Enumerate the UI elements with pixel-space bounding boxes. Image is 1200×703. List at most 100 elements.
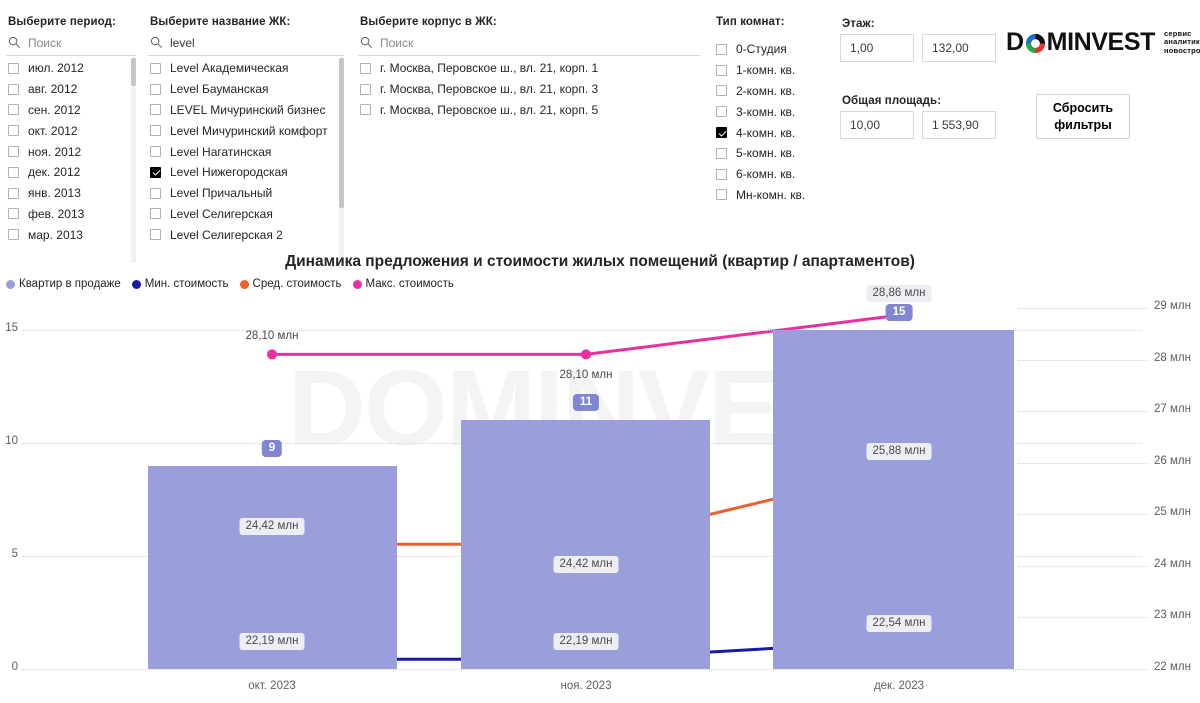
complex-scrollbar-track[interactable] [339, 58, 344, 263]
rooms-item[interactable]: 6-комн. кв. [714, 164, 834, 185]
rooms-item[interactable]: 1-комн. кв. [714, 60, 834, 81]
period-item[interactable]: ноя. 2012 [6, 141, 136, 162]
complex-item[interactable]: Level Селигерская 2 [148, 224, 344, 245]
complex-search-row[interactable]: level [148, 32, 344, 56]
complex-checkbox[interactable] [150, 83, 161, 95]
period-item[interactable]: окт. 2012 [6, 120, 136, 141]
complex-item[interactable]: Level Нижегородская [148, 162, 344, 183]
period-scrollbar-track[interactable] [131, 58, 136, 263]
period-search-input[interactable]: Поиск [28, 36, 61, 50]
rooms-checkbox[interactable] [716, 106, 727, 118]
period-label: фев. 2013 [28, 206, 85, 221]
rooms-checkbox[interactable] [716, 85, 727, 97]
complex-search-input[interactable]: level [170, 36, 195, 50]
period-checkbox[interactable] [8, 62, 19, 74]
complex-item[interactable]: Level Академическая [148, 58, 344, 79]
rooms-checkbox[interactable] [716, 64, 727, 76]
building-item[interactable]: г. Москва, Перовское ш., вл. 21, корп. 1 [358, 58, 700, 79]
y-axis-right-tick-label: 28 млн [1154, 351, 1191, 364]
filter-floor-title: Этаж: [842, 18, 875, 30]
gridline [1018, 359, 1148, 361]
period-checkbox[interactable] [8, 166, 19, 178]
x-axis-tick-label: ноя. 2023 [560, 680, 612, 692]
data-point-label: 28,86 млн [866, 285, 932, 303]
logo-o-icon [1025, 32, 1046, 54]
complex-checkbox[interactable] [150, 229, 161, 241]
logo-wordmark: D MINVEST [1006, 28, 1155, 57]
building-checkbox[interactable] [360, 62, 371, 74]
filter-area: Общая площадь: 10,00 1 553,90 [840, 95, 996, 139]
area-max-input[interactable]: 1 553,90 [922, 111, 996, 139]
complex-item[interactable]: Level Селигерская [148, 204, 344, 225]
period-checkbox[interactable] [8, 208, 19, 220]
gridline [1018, 411, 1148, 413]
period-checkbox[interactable] [8, 125, 19, 137]
gridline [22, 669, 1142, 670]
complex-item[interactable]: Level Мичуринский комфорт [148, 120, 344, 141]
complex-checkbox[interactable] [150, 62, 161, 74]
reset-filters-button[interactable]: Сбросить фильтры [1036, 94, 1130, 139]
building-search-input[interactable]: Поиск [380, 36, 413, 50]
period-scrollbar-thumb[interactable] [131, 58, 136, 86]
rooms-item[interactable]: 4-комн. кв. [714, 122, 834, 143]
rooms-item[interactable]: 2-комн. кв. [714, 81, 834, 102]
complex-item[interactable]: Level Нагатинская [148, 141, 344, 162]
period-item[interactable]: сен. 2012 [6, 100, 136, 121]
complex-item[interactable]: Level Причальный [148, 183, 344, 204]
period-item[interactable]: янв. 2013 [6, 183, 136, 204]
bar[interactable] [461, 420, 710, 669]
rooms-checkbox[interactable] [716, 127, 727, 139]
chart-plot-area[interactable]: DOMINVEST 0 5 10 15 22 млн 23 млн 24 млн 25 млн… [0, 245, 1200, 703]
period-checkbox[interactable] [8, 187, 19, 199]
complex-checkbox[interactable] [150, 125, 161, 137]
period-checkbox[interactable] [8, 104, 19, 116]
building-label: г. Москва, Перовское ш., вл. 21, корп. 3 [380, 82, 599, 97]
complex-label: Level Академическая [170, 61, 289, 76]
complex-item[interactable]: LEVEL Мичуринский бизнес [148, 100, 344, 121]
period-checkbox[interactable] [8, 146, 19, 158]
period-label: авг. 2012 [28, 82, 78, 97]
complex-checkbox[interactable] [150, 166, 161, 178]
period-item[interactable]: фев. 2013 [6, 204, 136, 225]
rooms-item[interactable]: 0-Студия [714, 39, 834, 60]
rooms-checkbox[interactable] [716, 147, 727, 159]
line-marker[interactable] [267, 349, 277, 360]
period-search-row[interactable]: Поиск [6, 32, 136, 56]
rooms-item[interactable]: 3-комн. кв. [714, 101, 834, 122]
period-item[interactable]: авг. 2012 [6, 79, 136, 100]
rooms-checkbox[interactable] [716, 168, 727, 180]
area-min-input[interactable]: 10,00 [840, 111, 914, 139]
filter-bar: Выберите период: Поиск июл. 2012 авг. 201… [0, 0, 1200, 263]
complex-checkbox[interactable] [150, 208, 161, 220]
complex-checkbox[interactable] [150, 187, 161, 199]
rooms-checkbox[interactable] [716, 43, 727, 55]
floor-min-input[interactable]: 1,00 [840, 34, 914, 62]
floor-max-input[interactable]: 132,00 [922, 34, 996, 62]
period-item[interactable]: дек. 2012 [6, 162, 136, 183]
building-list[interactable]: г. Москва, Перовское ш., вл. 21, корп. 1… [358, 58, 700, 120]
building-search-row[interactable]: Поиск [358, 32, 700, 56]
complex-scrollbar-thumb[interactable] [339, 58, 344, 208]
filter-period: Выберите период: Поиск июл. 2012 авг. 201… [6, 16, 136, 263]
complex-label: Level Нагатинская [170, 144, 272, 159]
rooms-checkbox[interactable] [716, 189, 727, 201]
period-checkbox[interactable] [8, 229, 19, 241]
building-item[interactable]: г. Москва, Перовское ш., вл. 21, корп. 3 [358, 79, 700, 100]
complex-item[interactable]: Level Бауманская [148, 79, 344, 100]
period-item[interactable]: июл. 2012 [6, 58, 136, 79]
rooms-item[interactable]: Мн-комн. кв. [714, 185, 834, 206]
period-list[interactable]: июл. 2012 авг. 2012 сен. 2012 окт. 2012 ноя.… [6, 58, 136, 263]
complex-checkbox[interactable] [150, 104, 161, 116]
rooms-label: 6-комн. кв. [736, 167, 796, 182]
building-checkbox[interactable] [360, 104, 371, 116]
complex-checkbox[interactable] [150, 146, 161, 158]
building-checkbox[interactable] [360, 83, 371, 95]
building-item[interactable]: г. Москва, Перовское ш., вл. 21, корп. 5 [358, 100, 700, 121]
complex-list[interactable]: Level Академическая Level Бауманская LEVEL… [148, 58, 344, 263]
rooms-item[interactable]: 5-комн. кв. [714, 143, 834, 164]
rooms-list[interactable]: 0-Студия 1-комн. кв. 2-комн. кв. 3-комн. кв… [714, 39, 834, 205]
building-label: г. Москва, Перовское ш., вл. 21, корп. 5 [380, 102, 599, 117]
period-item[interactable]: мар. 2013 [6, 224, 136, 245]
line-marker[interactable] [581, 349, 591, 360]
period-checkbox[interactable] [8, 83, 19, 95]
